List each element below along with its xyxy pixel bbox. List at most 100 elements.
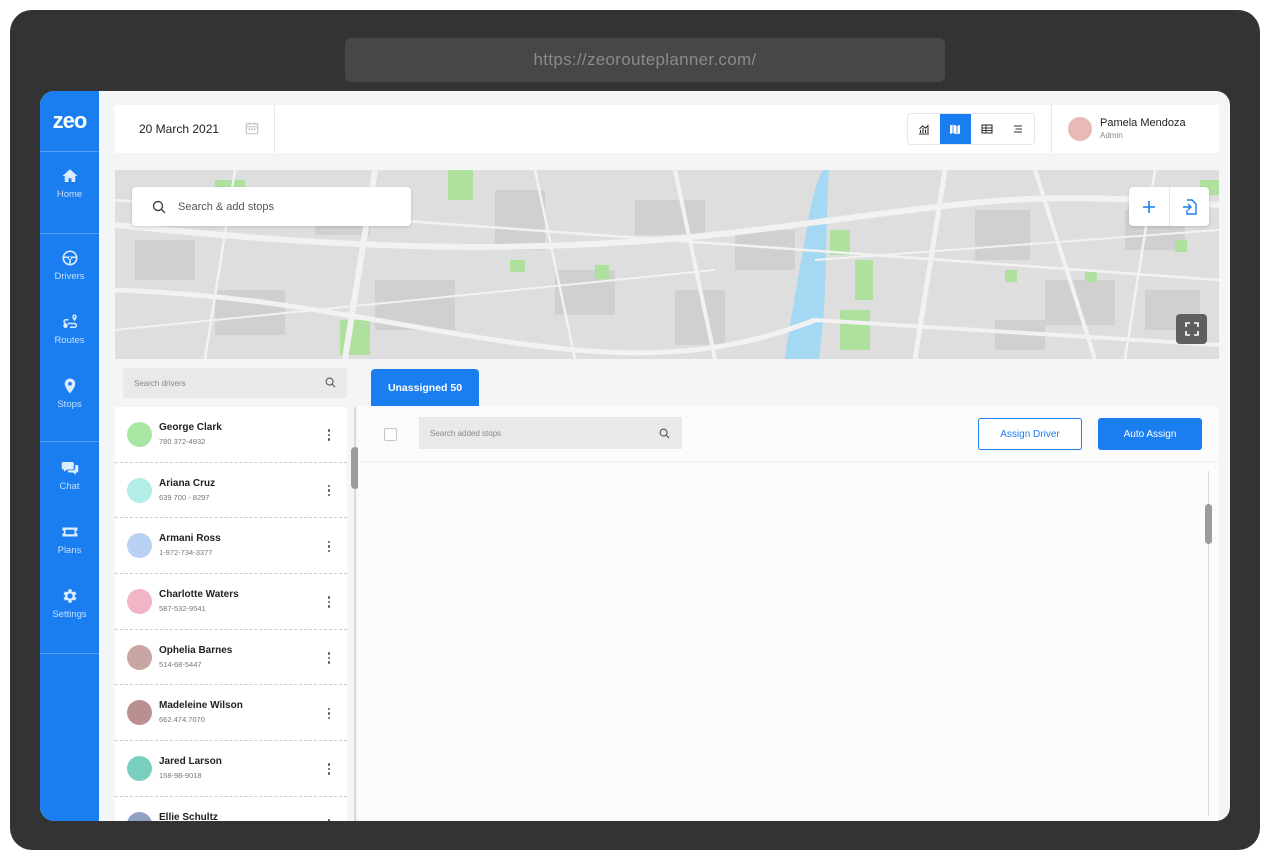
assign-driver-button[interactable]: Assign Driver bbox=[978, 418, 1082, 450]
list-item[interactable]: Armani Ross 1-972-734-3377 bbox=[115, 518, 347, 575]
driver-search-input[interactable] bbox=[134, 378, 314, 388]
calendar-icon[interactable] bbox=[245, 121, 259, 135]
driver-phone: 1-972-734-3377 bbox=[159, 548, 213, 558]
stop-search-bar[interactable] bbox=[132, 187, 411, 226]
driver-phone: 639 700 - 8297 bbox=[159, 492, 210, 502]
driver-phone: 587-532-9541 bbox=[159, 604, 206, 614]
driver-name: Ellie Schultz bbox=[159, 811, 218, 821]
map-view-icon bbox=[950, 124, 961, 135]
avatar[interactable] bbox=[1068, 117, 1092, 141]
sidebar-item-stops[interactable]: Stops bbox=[40, 365, 99, 421]
more-options-icon[interactable] bbox=[322, 426, 336, 444]
more-options-icon[interactable] bbox=[322, 482, 336, 500]
avatar bbox=[127, 644, 152, 670]
list-item[interactable]: Charlotte Waters 587-532-9541 bbox=[115, 574, 347, 630]
more-options-icon[interactable] bbox=[322, 760, 336, 778]
sidebar-item-home[interactable]: Home bbox=[40, 155, 99, 211]
scrollbar-thumb[interactable] bbox=[1205, 504, 1212, 544]
search-icon bbox=[152, 200, 166, 213]
gear-icon bbox=[63, 588, 76, 603]
url-bar[interactable]: https://zeorouteplanner.com/ bbox=[345, 38, 945, 82]
more-options-icon[interactable] bbox=[322, 593, 336, 611]
sidebar-item-settings[interactable]: Settings bbox=[40, 575, 99, 631]
driver-name: Ariana Cruz bbox=[159, 477, 216, 489]
avatar bbox=[127, 811, 152, 821]
list-item[interactable]: Ellie Schultz bbox=[115, 797, 347, 821]
stop-search-input[interactable] bbox=[178, 200, 398, 213]
list-item[interactable]: Ariana Cruz 639 700 - 8297 bbox=[115, 463, 347, 519]
auto-assign-button[interactable]: Auto Assign bbox=[1098, 418, 1202, 450]
sidebar-item-label: Settings bbox=[52, 608, 87, 620]
route-icon bbox=[62, 314, 77, 328]
select-all-checkbox[interactable] bbox=[384, 428, 397, 441]
map-view[interactable] bbox=[115, 170, 1219, 359]
sidebar-item-routes[interactable]: Routes bbox=[40, 301, 99, 357]
avatar bbox=[127, 533, 152, 559]
tab-unassigned[interactable]: Unassigned 50 bbox=[371, 369, 479, 406]
sidebar-item-plans[interactable]: Plans bbox=[40, 511, 99, 567]
search-icon bbox=[659, 428, 670, 439]
sidebar-divider bbox=[40, 653, 99, 654]
user-role: Admin bbox=[1100, 131, 1123, 140]
driver-phone: 662.474.7070 bbox=[159, 715, 205, 725]
user-name[interactable]: Pamela Mendoza bbox=[1100, 117, 1186, 129]
list-view-icon bbox=[1014, 125, 1023, 133]
import-stops-button[interactable] bbox=[1169, 187, 1209, 226]
avatar bbox=[127, 422, 152, 447]
avatar bbox=[127, 477, 152, 503]
date-picker[interactable]: 20 March 2021 bbox=[139, 105, 219, 153]
import-icon bbox=[1183, 198, 1197, 215]
sidebar-item-chat[interactable]: Chat bbox=[40, 447, 99, 503]
home-icon bbox=[62, 168, 77, 182]
ticket-icon bbox=[62, 527, 77, 536]
driver-name: Armani Ross bbox=[159, 533, 221, 545]
view-switcher bbox=[907, 113, 1035, 145]
driver-phone: 514-68-5447 bbox=[159, 659, 202, 669]
driver-search-bar[interactable] bbox=[123, 368, 347, 398]
sidebar-divider bbox=[40, 233, 99, 234]
driver-name: Ophelia Barnes bbox=[159, 644, 233, 656]
list-item[interactable]: Jared Larson 158-98-9018 bbox=[115, 741, 347, 797]
driver-name: Madeleine Wilson bbox=[159, 700, 243, 712]
plus-icon bbox=[1143, 200, 1155, 213]
sidebar-item-label: Home bbox=[56, 188, 83, 200]
divider bbox=[274, 105, 275, 153]
list-item[interactable]: Madeleine Wilson 662.474.7070 bbox=[115, 685, 347, 742]
fullscreen-button[interactable] bbox=[1176, 314, 1207, 344]
sidebar-item-label: Drivers bbox=[54, 270, 85, 282]
list-view-button[interactable] bbox=[1003, 114, 1035, 144]
chart-view-button[interactable] bbox=[908, 114, 940, 144]
add-stop-button[interactable] bbox=[1129, 187, 1169, 226]
zeo-logo[interactable]: zeo bbox=[40, 91, 99, 152]
sidebar-item-label: Routes bbox=[54, 334, 85, 346]
driver-name: Charlotte Waters bbox=[159, 589, 239, 601]
avatar bbox=[127, 756, 152, 782]
added-stops-search-input[interactable] bbox=[430, 428, 650, 438]
sidebar-item-label: Plans bbox=[57, 544, 82, 556]
app-window: zeo Home Drivers Routes Stops Chat Plans bbox=[40, 91, 1230, 821]
fullscreen-icon bbox=[1184, 322, 1199, 336]
list-item[interactable]: George Clark 780 372-4932 bbox=[115, 407, 347, 463]
steering-wheel-icon bbox=[62, 250, 77, 265]
sidebar-item-label: Stops bbox=[57, 398, 82, 410]
date-label: 20 March 2021 bbox=[139, 122, 220, 136]
top-bar: 20 March 2021 Pamela Mendoza Admin bbox=[115, 105, 1219, 153]
list-item[interactable]: Ophelia Barnes 514-68-5447 bbox=[115, 630, 347, 686]
more-options-icon[interactable] bbox=[322, 537, 336, 555]
map-view-button[interactable] bbox=[939, 114, 971, 144]
driver-phone: 158-98-9018 bbox=[159, 771, 202, 781]
more-options-icon[interactable] bbox=[322, 704, 336, 722]
avatar bbox=[127, 700, 152, 726]
map-pin-icon bbox=[64, 378, 75, 393]
table-view-button[interactable] bbox=[971, 114, 1003, 144]
more-options-icon[interactable] bbox=[322, 649, 336, 667]
added-stops-search-bar[interactable] bbox=[419, 417, 682, 449]
driver-phone: 780 372-4932 bbox=[159, 437, 206, 446]
driver-name: George Clark bbox=[159, 422, 222, 433]
search-icon bbox=[325, 377, 336, 388]
more-options-icon[interactable] bbox=[322, 816, 336, 821]
sidebar-item-drivers[interactable]: Drivers bbox=[40, 237, 99, 293]
map-actions bbox=[1129, 187, 1209, 226]
table-view-icon bbox=[981, 124, 993, 134]
sidebar-item-label: Chat bbox=[59, 480, 80, 492]
